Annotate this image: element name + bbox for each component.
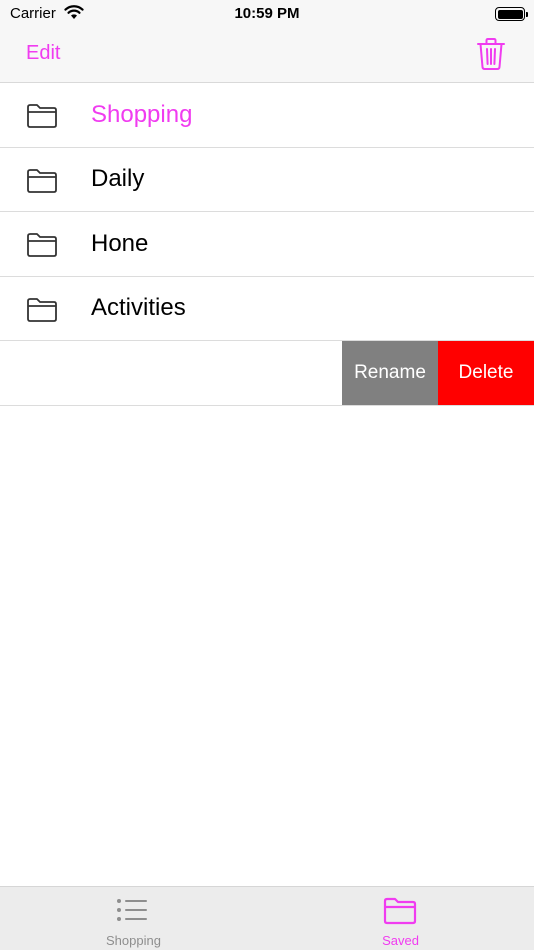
folder-icon [26, 232, 58, 258]
tab-saved[interactable]: Saved [267, 887, 534, 950]
folder-label: Daily [91, 165, 145, 193]
folder-row-shopping[interactable]: Shopping [0, 83, 534, 148]
folder-list: Shopping Daily Hone Activities Rename De… [0, 83, 534, 406]
edit-button[interactable]: Edit [26, 42, 60, 65]
tab-label: Saved [382, 933, 419, 948]
tab-label: Shopping [106, 933, 161, 948]
folder-icon [26, 103, 58, 129]
folder-icon [26, 168, 58, 194]
navigation-bar: Edit [0, 28, 534, 83]
clock: 10:59 PM [234, 5, 300, 22]
status-bar: Carrier 10:59 PM [0, 0, 534, 28]
folder-icon [26, 297, 58, 323]
folder-row-activities[interactable]: Activities [0, 277, 534, 341]
folder-label: Shopping [91, 100, 193, 128]
rename-button[interactable]: Rename [342, 341, 438, 405]
delete-button[interactable]: Delete [438, 341, 534, 405]
battery-icon [495, 7, 528, 21]
folder-row-daily[interactable]: Daily [0, 148, 534, 212]
swipe-actions: Rename Delete [342, 341, 534, 405]
folder-label: Activities [91, 294, 186, 322]
tab-shopping[interactable]: Shopping [0, 887, 267, 950]
list-icon [117, 899, 147, 921]
swiped-folder-row[interactable]: Rename Delete [0, 341, 534, 406]
folder-row-hone[interactable]: Hone [0, 212, 534, 277]
folder-icon [383, 897, 417, 925]
folder-label: Hone [91, 229, 149, 257]
tab-bar: Shopping Saved [0, 886, 534, 950]
app-screen: Carrier 10:59 PM Edit Shopping Daily Hon… [0, 0, 534, 950]
trash-icon[interactable] [476, 37, 506, 71]
